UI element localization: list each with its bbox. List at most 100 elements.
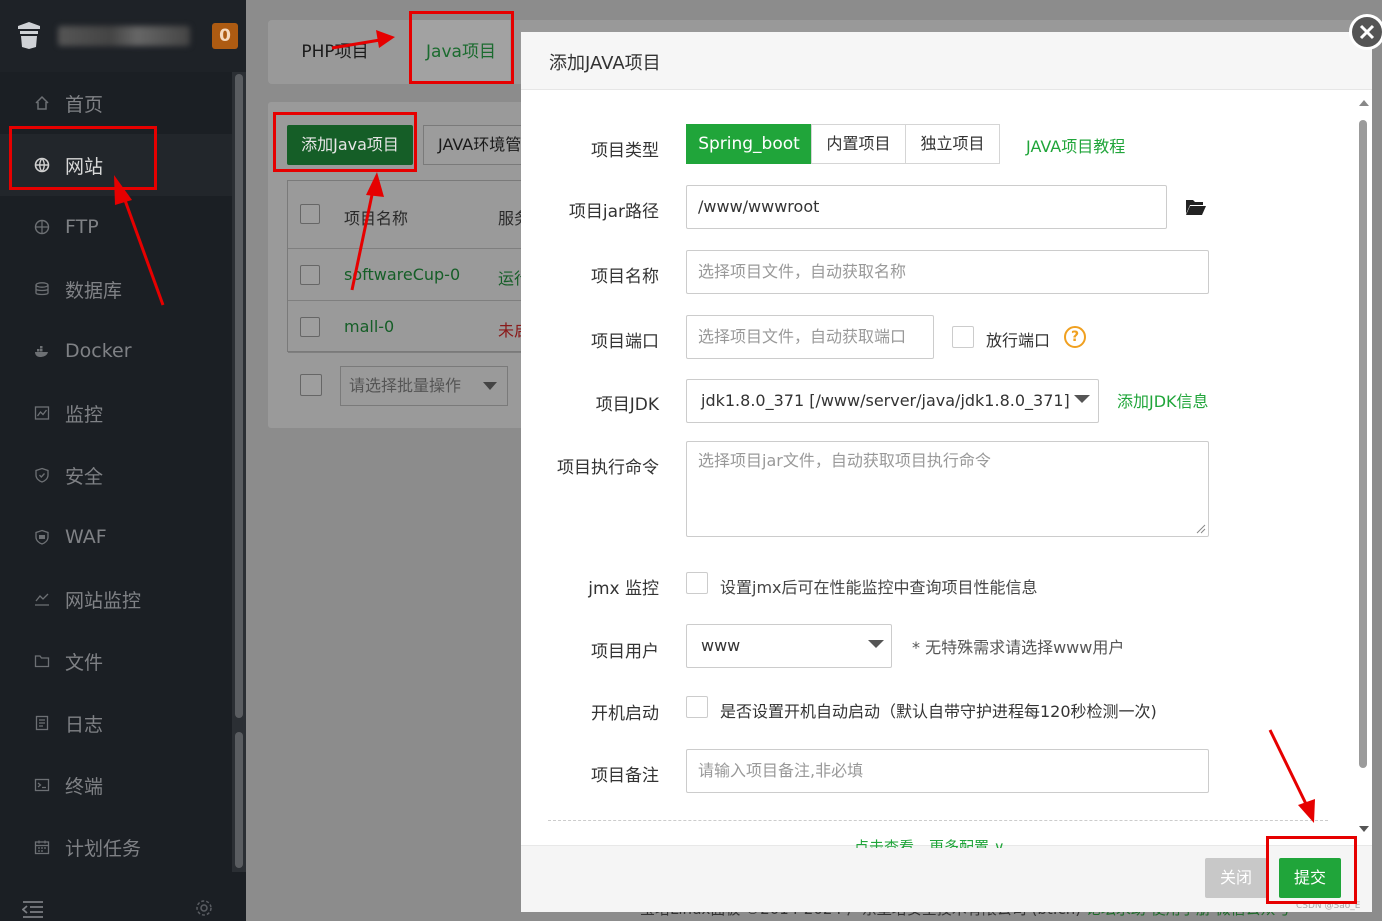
label-exec-command: 项目执行命令	[557, 458, 659, 478]
select-all-checkbox[interactable]	[300, 204, 320, 224]
waf-shield-icon	[34, 529, 50, 545]
monitor-icon	[34, 405, 50, 421]
sidebar-item-security[interactable]: 安全	[0, 444, 232, 506]
annotation-box-website	[9, 126, 157, 190]
bulk-action-placeholder: 请选择批量操作	[349, 376, 462, 395]
dialog-scroll-thumb[interactable]	[1359, 120, 1367, 768]
jmx-checkbox[interactable]	[686, 572, 708, 594]
project-user-select[interactable]: www	[686, 624, 892, 668]
sidebar-item-label: 计划任务	[65, 837, 142, 860]
table-row[interactable]: softwareCup-0 运行中	[288, 249, 546, 301]
project-name-link[interactable]: mall-0	[344, 317, 394, 336]
log-icon	[34, 715, 50, 731]
remark-input[interactable]: 请输入项目备注,非必填	[686, 749, 1209, 793]
project-table: 项目名称 服务状态 softwareCup-0 运行中 mall-0 未启动	[287, 180, 562, 353]
more-config-link[interactable]: 点击查看，更多配置 ∨	[854, 836, 1005, 848]
calendar-icon	[34, 839, 50, 855]
close-button[interactable]: 关闭	[1205, 858, 1267, 898]
label-project-name: 项目名称	[591, 267, 659, 287]
project-name-link[interactable]: softwareCup-0	[344, 265, 460, 284]
shield-icon	[34, 467, 50, 483]
tab-php-project[interactable]: PHP项目	[268, 20, 402, 84]
sidebar-item-database[interactable]: 数据库	[0, 258, 232, 320]
java-env-manage-button[interactable]: JAVA环境管理	[423, 125, 533, 165]
terminal-icon	[34, 777, 50, 793]
sidebar-item-terminal[interactable]: 终端	[0, 754, 232, 816]
dialog-scrollbar[interactable]	[1356, 96, 1372, 838]
sidebar-item-ftp[interactable]: FTP	[0, 196, 232, 258]
folder-icon	[34, 653, 50, 669]
jdk-selected-value: jdk1.8.0_371 [/www/server/java/jdk1.8.0_…	[701, 391, 1070, 410]
sidebar-item-label: 终端	[65, 775, 104, 798]
table-row[interactable]: mall-0 未启动	[288, 301, 546, 353]
label-project-user: 项目用户	[591, 642, 659, 662]
label-project-jdk: 项目JDK	[595, 395, 659, 415]
jdk-select[interactable]: jdk1.8.0_371 [/www/server/java/jdk1.8.0_…	[686, 379, 1099, 423]
notification-badge[interactable]: 0	[212, 23, 238, 49]
sidebar-item-files[interactable]: 文件	[0, 630, 232, 692]
label-jmx: jmx 监控	[588, 579, 659, 599]
sidebar-scroll-thumb-lower	[235, 732, 243, 868]
site-monitor-icon	[34, 591, 50, 607]
java-tutorial-link[interactable]: JAVA项目教程	[1026, 133, 1125, 157]
annotation-box-add-java	[273, 112, 417, 172]
sidebar-item-label: 数据库	[65, 279, 123, 302]
sidebar-item-label: 首页	[65, 93, 104, 116]
sidebar-item-monitor[interactable]: 监控	[0, 382, 232, 444]
sidebar-item-waf[interactable]: WAF	[0, 506, 232, 568]
open-port-checkbox[interactable]	[952, 326, 974, 348]
jmx-description: 设置jmx后可在性能监控中查询项目性能信息	[720, 578, 1038, 597]
label-project-port: 项目端口	[591, 332, 659, 352]
user-hint: * 无特殊需求请选择www用户	[912, 638, 1125, 657]
project-user-value: www	[701, 636, 741, 655]
home-icon	[34, 95, 50, 111]
collapse-menu-icon[interactable]	[22, 900, 44, 918]
ftp-globe-icon	[34, 219, 50, 235]
annotation-box-submit	[1266, 836, 1357, 904]
row-checkbox[interactable]	[300, 317, 320, 337]
help-question-icon[interactable]: ?	[1064, 326, 1086, 348]
type-option-spring-boot[interactable]: Spring_boot	[686, 124, 812, 164]
sidebar-item-home[interactable]: 首页	[0, 72, 232, 134]
sidebar-menu: 首页 网站 FTP 数据库 Docker 监控 安全 WAF 网站监控 文件 日…	[0, 72, 232, 878]
row-checkbox[interactable]	[300, 265, 320, 285]
sidebar-item-docker[interactable]: Docker	[0, 320, 232, 382]
exec-command-textarea[interactable]: 选择项目jar文件，自动获取项目执行命令	[686, 441, 1209, 537]
database-icon	[34, 281, 50, 297]
bulk-action-select[interactable]: 请选择批量操作	[340, 366, 508, 406]
sidebar-item-cron[interactable]: 计划任务	[0, 816, 232, 878]
close-icon	[1359, 24, 1375, 40]
sidebar-scroll-thumb[interactable]	[235, 74, 243, 718]
sidebar-item-logs[interactable]: 日志	[0, 692, 232, 754]
sidebar-scrollbar[interactable]	[232, 72, 246, 872]
add-jdk-link[interactable]: 添加JDK信息	[1117, 388, 1209, 412]
divider	[548, 820, 1328, 821]
dialog-header: 添加JAVA项目	[521, 32, 1372, 90]
sidebar-item-label: 日志	[65, 713, 104, 736]
sidebar-item-label: Docker	[65, 340, 132, 362]
jar-path-input[interactable]: /www/wwwroot	[686, 185, 1167, 229]
sidebar-item-site-monitor[interactable]: 网站监控	[0, 568, 232, 630]
dialog-close-button[interactable]	[1349, 14, 1382, 50]
auto-start-description: 是否设置开机自动启动（默认自带守护进程每120秒检测一次)	[720, 702, 1157, 721]
scroll-down-arrow-icon[interactable]	[1359, 826, 1369, 832]
annotation-box-java-tab	[409, 11, 514, 84]
type-option-standalone[interactable]: 独立项目	[905, 124, 1000, 164]
sidebar-footer	[0, 872, 246, 921]
folder-open-icon[interactable]	[1185, 198, 1207, 216]
sidebar-item-label: 网站监控	[65, 589, 142, 612]
project-port-input[interactable]: 选择项目文件，自动获取端口	[686, 315, 934, 359]
bulk-select-checkbox[interactable]	[300, 374, 322, 396]
resize-handle-icon[interactable]	[1196, 524, 1206, 534]
project-name-input[interactable]: 选择项目文件，自动获取名称	[686, 250, 1209, 294]
sidebar-header: 0	[0, 0, 246, 72]
column-header-name: 项目名称	[344, 209, 409, 228]
dialog-title: 添加JAVA项目	[549, 53, 661, 74]
label-remark: 项目备注	[591, 766, 659, 786]
sidebar-item-label: 文件	[65, 651, 104, 674]
gear-icon[interactable]	[194, 898, 214, 918]
scroll-up-arrow-icon[interactable]	[1359, 100, 1369, 106]
type-option-builtin[interactable]: 内置项目	[811, 124, 906, 164]
auto-start-checkbox[interactable]	[686, 696, 708, 718]
open-port-label: 放行端口	[986, 331, 1051, 350]
